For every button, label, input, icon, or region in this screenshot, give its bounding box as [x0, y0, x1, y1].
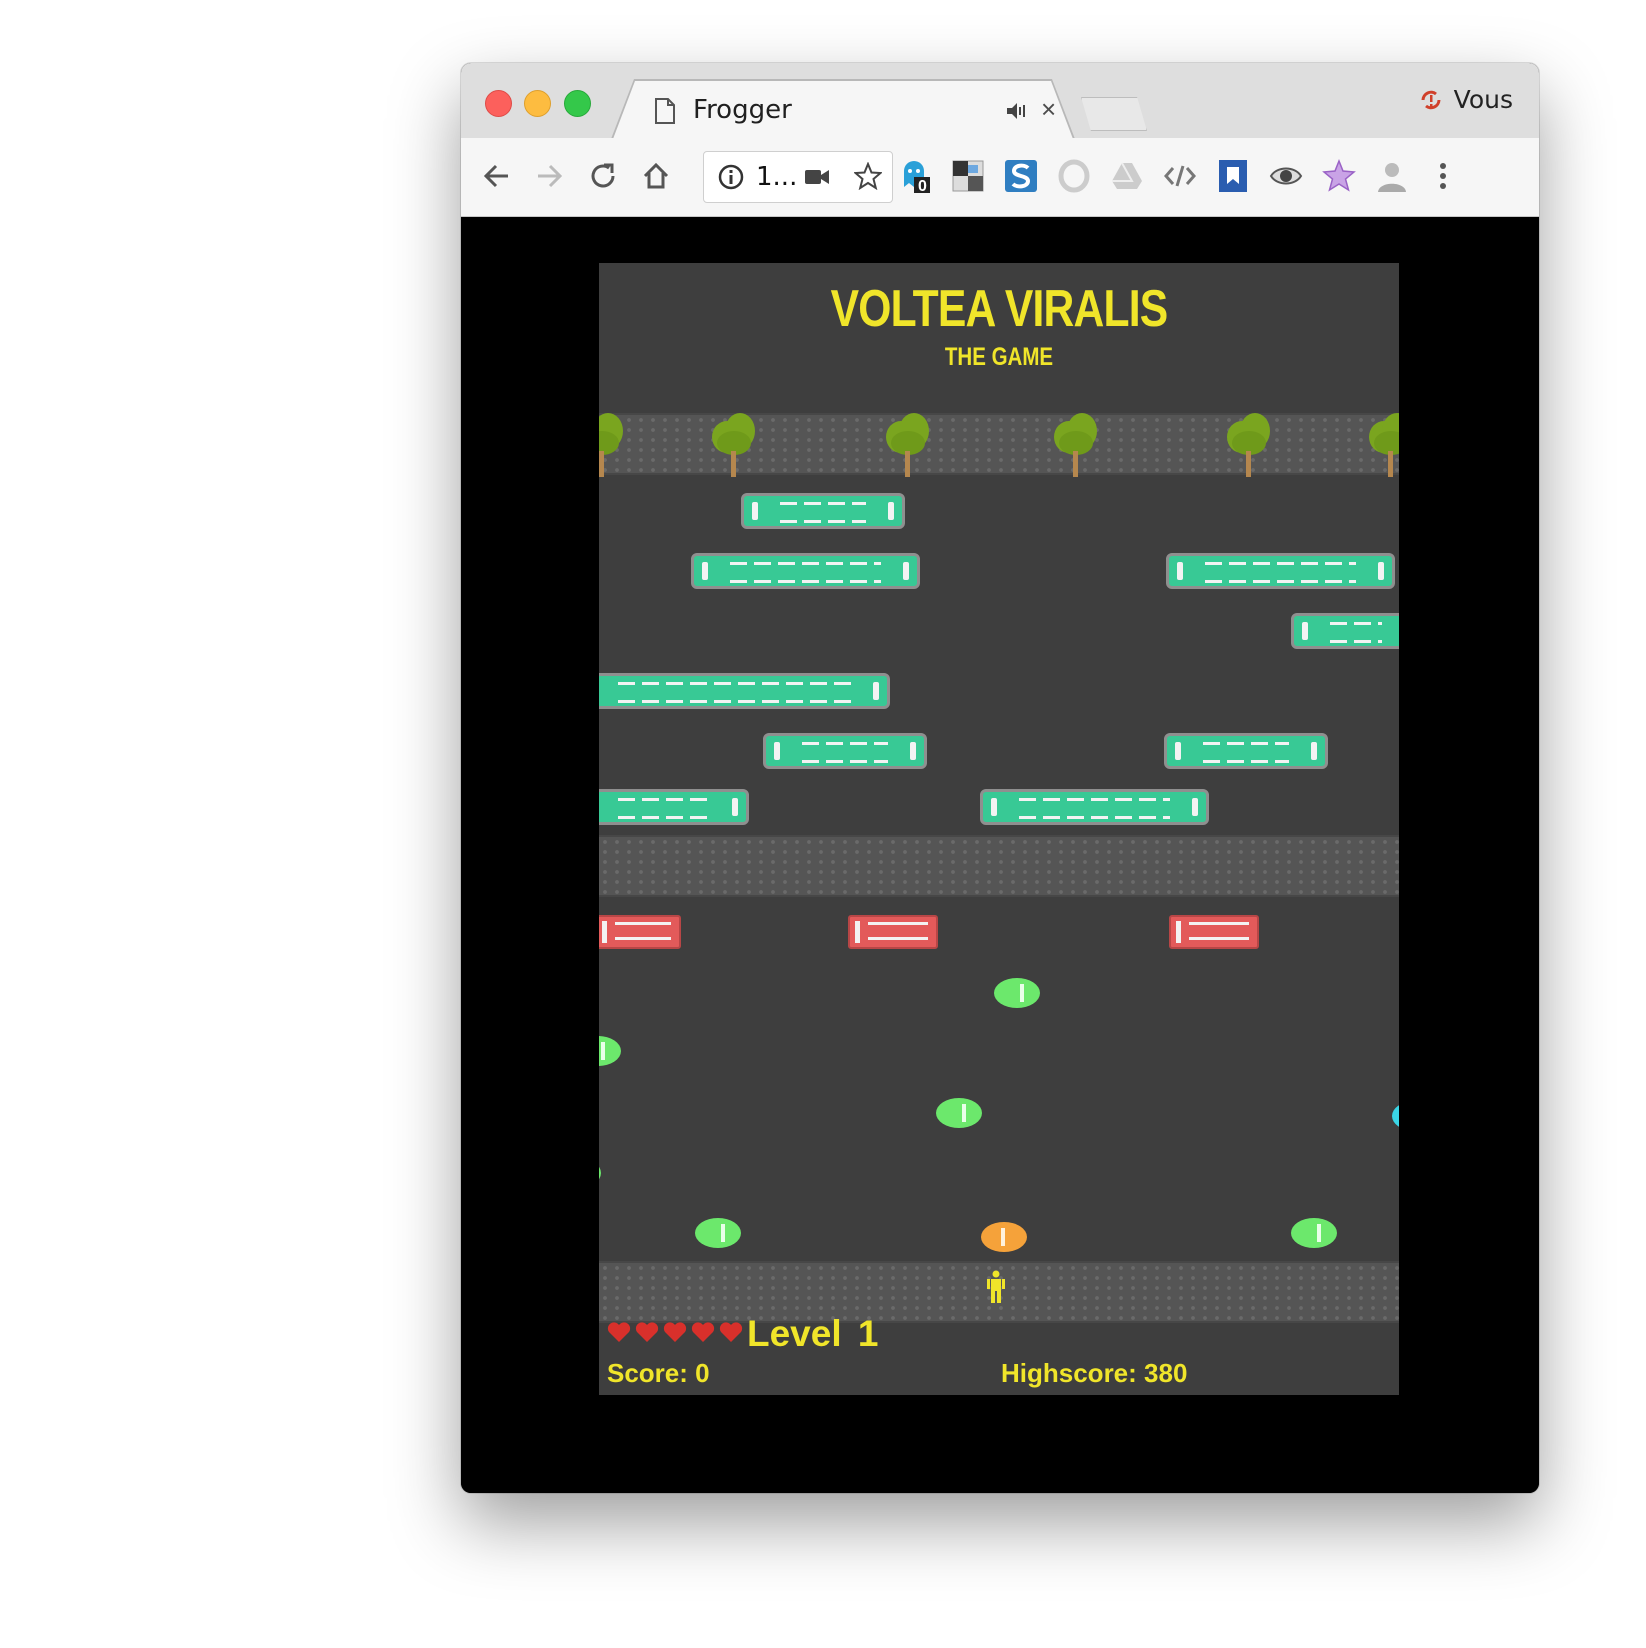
game-subtitle: THE GAME: [944, 343, 1054, 371]
home-button[interactable]: [638, 158, 674, 194]
new-tab-button[interactable]: [1081, 97, 1147, 131]
audio-icon[interactable]: [1005, 101, 1029, 121]
forward-button[interactable]: [531, 158, 567, 194]
player-character: [987, 1270, 1005, 1303]
tab-strip: Frogger × Vous: [461, 63, 1539, 138]
lives-indicator: [607, 1321, 743, 1343]
car: [994, 978, 1040, 1008]
bookmark-extension-icon[interactable]: [1216, 159, 1250, 193]
reload-icon: [591, 163, 615, 188]
close-icon[interactable]: ×: [1041, 91, 1056, 127]
browser-window: Frogger × Vous 1... 0 VOLTEA VIRALIS THE…: [461, 63, 1539, 1493]
heart-icon: [663, 1322, 687, 1342]
bus: [763, 733, 927, 769]
bus: [599, 673, 890, 709]
score-label: Score: 0: [607, 1358, 710, 1388]
bus: [1291, 613, 1399, 649]
tree: [1224, 413, 1274, 479]
game-title: VOLTEA VIRALIS: [830, 280, 1169, 338]
tree: [1051, 413, 1101, 479]
truck: [599, 915, 681, 949]
video-camera-icon[interactable]: [804, 166, 830, 188]
bus: [741, 493, 905, 529]
bus: [980, 789, 1209, 825]
bus: [599, 789, 749, 825]
bus: [1164, 733, 1328, 769]
code-extension-icon[interactable]: [1163, 159, 1197, 193]
tree: [883, 413, 933, 479]
profile-button[interactable]: Vous: [1418, 85, 1513, 114]
menu-icon[interactable]: [1433, 159, 1453, 193]
car: [1392, 1101, 1399, 1131]
car: [1291, 1218, 1337, 1248]
car: [981, 1222, 1027, 1252]
heart-icon: [607, 1322, 631, 1342]
minimize-window-button[interactable]: [524, 90, 551, 117]
address-text: 1...: [756, 162, 798, 192]
home-icon: [643, 162, 669, 189]
close-window-button[interactable]: [485, 90, 512, 117]
info-icon[interactable]: [718, 164, 744, 190]
tree: [599, 413, 627, 479]
middle-sidewalk: [599, 835, 1399, 897]
tree: [1366, 413, 1399, 479]
car: [936, 1098, 982, 1128]
extension-badge: 0: [918, 178, 927, 195]
page-icon: [653, 97, 677, 125]
back-icon: [483, 164, 508, 188]
star-extension-icon[interactable]: [1322, 159, 1356, 193]
page-viewport: VOLTEA VIRALIS THE GAME Level 1 Score: 0…: [461, 217, 1539, 1493]
person-extension-icon[interactable]: [1375, 159, 1409, 193]
heart-icon: [691, 1322, 715, 1342]
tree: [709, 413, 759, 479]
tab-title: Frogger: [693, 95, 792, 125]
eye-extension-icon[interactable]: [1269, 159, 1303, 193]
highscore-label: Highscore: 380: [1001, 1358, 1188, 1388]
profile-name: Vous: [1453, 85, 1513, 114]
address-bar[interactable]: 1...: [703, 151, 893, 203]
bus: [691, 553, 920, 589]
star-icon[interactable]: [854, 162, 882, 190]
back-button[interactable]: [479, 158, 515, 194]
heart-icon: [719, 1322, 743, 1342]
sync-error-icon: [1421, 90, 1441, 109]
level-label: Level 1: [747, 1313, 879, 1354]
game-canvas[interactable]: VOLTEA VIRALIS THE GAME Level 1 Score: 0…: [599, 263, 1399, 1395]
maximize-window-button[interactable]: [564, 90, 591, 117]
s-extension-icon[interactable]: [1004, 159, 1038, 193]
truck: [1169, 915, 1259, 949]
browser-toolbar: 1... 0: [461, 138, 1539, 217]
drive-extension-icon[interactable]: [1110, 159, 1144, 193]
car: [599, 1036, 621, 1066]
tab-frogger[interactable]: Frogger ×: [613, 81, 1073, 139]
opera-extension-icon[interactable]: [1057, 159, 1091, 193]
reload-button[interactable]: [585, 158, 621, 194]
car: [599, 1158, 601, 1188]
checkerboard-extension-icon[interactable]: [951, 159, 985, 193]
truck: [848, 915, 938, 949]
car: [695, 1218, 741, 1248]
heart-icon: [635, 1322, 659, 1342]
bus: [1166, 553, 1395, 589]
forward-icon: [538, 164, 563, 188]
